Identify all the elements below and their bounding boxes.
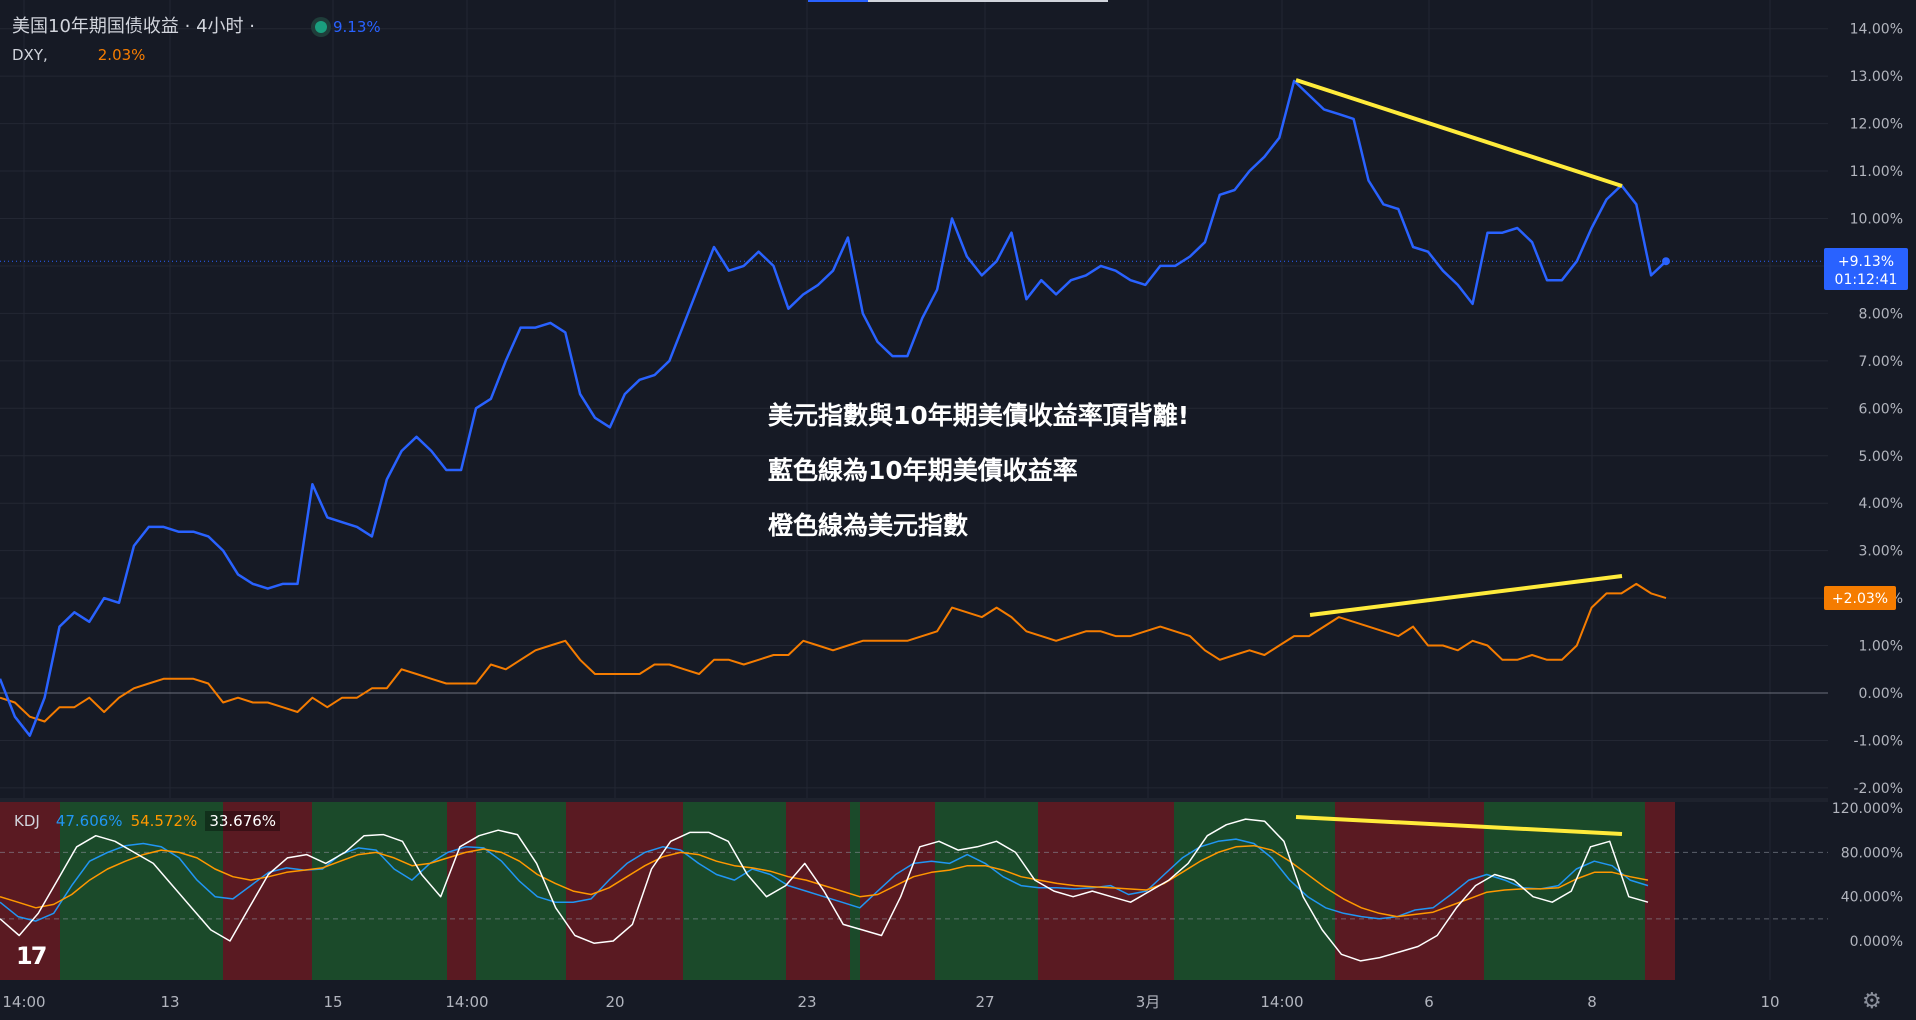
y-tick-label: 4.00% <box>1859 496 1903 512</box>
kdj-bull-band <box>476 802 566 980</box>
y-tick-label: 0.00% <box>1859 686 1903 702</box>
kdj-label: KDJ <box>14 812 40 830</box>
kdj-d-value: 54.572% <box>130 812 198 830</box>
top-range-indicator <box>868 0 1108 2</box>
dxy-series-line <box>0 582 1667 723</box>
tradingview-logo[interactable]: 17 <box>16 942 47 970</box>
y-tick-label: 8.00% <box>1859 306 1903 322</box>
x-tick-label: 13 <box>160 993 179 1011</box>
gear-icon[interactable]: ⚙ <box>1862 989 1882 1014</box>
kdj-y-tick-label: 0.000% <box>1850 934 1903 950</box>
kdj-bear-band <box>1645 802 1675 980</box>
yield-price-badge-value: +9.13% <box>1838 254 1894 270</box>
annotation-blue-line: 藍色線為10年期美債收益率 <box>768 456 1078 485</box>
symbol-legend[interactable]: 美国10年期国债收益 · 4小时 · 9.13% <box>12 12 381 38</box>
x-tick-label: 15 <box>323 993 342 1011</box>
y-tick-label: 10.00% <box>1850 212 1903 228</box>
kdj-y-tick-label: 40.000% <box>1841 890 1903 906</box>
kdj-y-tick-label: 80.000% <box>1841 845 1903 861</box>
y-tick-label: 5.00% <box>1859 449 1903 465</box>
y-tick-label: 12.00% <box>1850 117 1903 133</box>
x-tick-label: 14:00 <box>1260 993 1303 1011</box>
dxy-label: DXY, <box>12 46 48 64</box>
kdj-bear-band <box>1038 802 1174 980</box>
trendline-dxy-divergence <box>1309 574 1623 617</box>
top-range-indicator <box>808 0 868 2</box>
x-tick-label: 23 <box>797 993 816 1011</box>
x-tick-label: 6 <box>1424 993 1434 1011</box>
kdj-y-tick-label: 120.000% <box>1832 801 1903 817</box>
x-tick-label: 27 <box>975 993 994 1011</box>
x-tick-label: 14:00 <box>2 993 45 1011</box>
trendline-yield-divergence <box>1295 78 1623 188</box>
kdj-bull-band <box>850 802 860 980</box>
yield-price-badge-countdown: 01:12:41 <box>1835 272 1898 288</box>
y-tick-label: 11.00% <box>1850 164 1903 180</box>
symbol-change-pct: 9.13% <box>332 18 381 36</box>
x-tick-label: 3月 <box>1136 993 1161 1011</box>
pane-separator <box>0 798 1916 802</box>
y-tick-label: 1.00% <box>1859 639 1903 655</box>
y-tick-label: 14.00% <box>1850 22 1903 38</box>
kdj-bull-band <box>683 802 786 980</box>
kdj-legend[interactable]: KDJ 47.606% 54.572% 33.676% <box>14 811 281 831</box>
y-tick-label: 6.00% <box>1859 401 1903 417</box>
x-tick-label: 20 <box>605 993 624 1011</box>
dxy-price-badge-value: +2.03% <box>1832 591 1888 607</box>
y-tick-label: 7.00% <box>1859 354 1903 370</box>
annotation-divergence: 美元指數與10年期美債收益率頂背離! <box>768 401 1190 430</box>
kdj-bear-band <box>447 802 476 980</box>
annotation-orange-line: 橙色線為美元指數 <box>768 511 969 540</box>
kdj-bull-band <box>935 802 1038 980</box>
kdj-j-value: 33.676% <box>205 811 281 831</box>
market-status-icon <box>314 21 327 33</box>
dxy-legend[interactable]: DXY, 2.03% <box>12 46 145 64</box>
kdj-bull-band <box>1174 802 1335 980</box>
x-tick-label: 8 <box>1587 993 1597 1011</box>
dxy-change-pct: 2.03% <box>97 46 146 64</box>
y-tick-label: 3.00% <box>1859 544 1903 560</box>
kdj-k-value: 47.606% <box>55 812 123 830</box>
y-tick-label: -2.00% <box>1853 781 1903 797</box>
x-tick-label: 14:00 <box>445 993 488 1011</box>
time-axis-panel <box>0 980 1828 1020</box>
y-tick-label: 13.00% <box>1850 69 1903 85</box>
kdj-bear-band <box>860 802 935 980</box>
symbol-title: 美国10年期国债收益 · 4小时 · <box>12 16 255 37</box>
y-tick-label: -1.00% <box>1853 733 1903 749</box>
last-price-dot <box>1662 257 1670 266</box>
kdj-bull-band <box>312 802 447 980</box>
kdj-bear-band <box>566 802 683 980</box>
x-tick-label: 10 <box>1760 993 1779 1011</box>
kdj-bear-band <box>1335 802 1484 980</box>
